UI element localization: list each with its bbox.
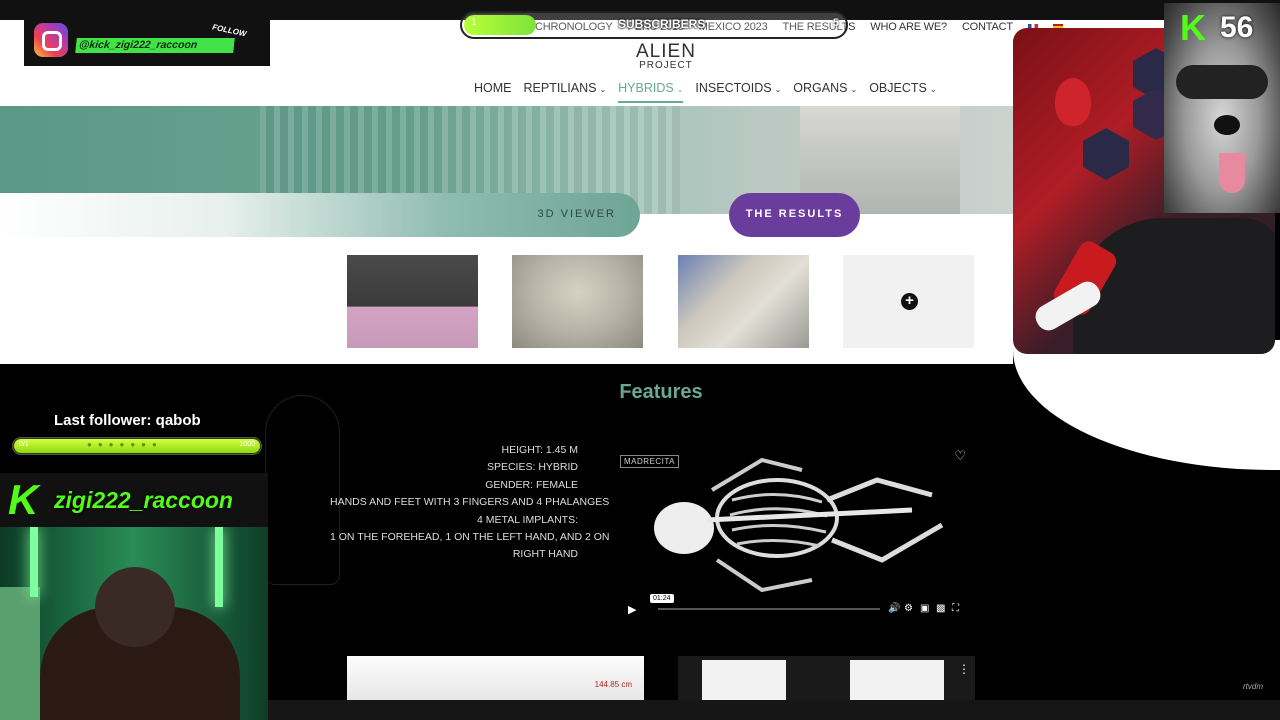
more-options-icon[interactable]: ⋮	[958, 662, 970, 676]
chevron-down-icon: ⌄	[850, 85, 858, 94]
3d-viewer-button[interactable]: 3D VIEWER	[0, 193, 640, 237]
gallery-thumb-2[interactable]	[512, 255, 643, 348]
raccoon-tongue	[1219, 153, 1245, 193]
settings-gear-icon[interactable]: ⚙	[904, 603, 913, 614]
webcam-left-feed	[0, 527, 268, 720]
play-icon[interactable]: ▶	[628, 603, 636, 616]
streamer-head	[95, 567, 175, 647]
3d-viewer-label: 3D VIEWER	[537, 208, 616, 220]
channel-name: zigi222_raccoon	[54, 487, 233, 513]
main-nav-reptilians[interactable]: REPTILIANS ⌄	[524, 81, 607, 103]
red-alien-head-decor	[1055, 78, 1091, 126]
background-window	[0, 587, 40, 720]
xray-panel-2	[850, 660, 944, 700]
led-light	[30, 527, 38, 597]
main-nav-insectoids-label: INSECTOIDS	[695, 81, 772, 95]
main-nav-objects-label: OBJECTS	[869, 81, 927, 95]
video-timestamp: 01:24	[650, 594, 674, 603]
main-nav-organs[interactable]: ORGANS ⌄	[793, 81, 857, 103]
kick-logo-icon: K	[8, 476, 39, 523]
follow-label: FOLLOW	[211, 22, 248, 39]
decorative-ghost	[265, 395, 340, 585]
spec-gender: GENDER: FEMALE	[485, 478, 578, 491]
led-light	[215, 527, 223, 607]
main-nav-home-label: HOME	[474, 81, 512, 95]
chevron-down-icon: ⌄	[676, 85, 684, 94]
raccoon-mask	[1176, 65, 1268, 99]
features-title: Features	[619, 381, 703, 403]
cast-icon[interactable]: ▣	[920, 603, 929, 614]
main-nav-objects[interactable]: OBJECTS ⌄	[869, 81, 936, 103]
main-nav-organs-label: ORGANS	[793, 81, 848, 95]
main-nav-insectoids[interactable]: INSECTOIDS ⌄	[695, 81, 781, 103]
last-follower: Last follower: qabob	[54, 412, 201, 429]
site-logo[interactable]: ALIEN PROJECT	[636, 41, 696, 73]
instagram-handle: @kick_zigi222_raccoon	[75, 38, 235, 53]
spec-hands: HANDS AND FEET WITH 3 FINGERS AND 4 PHAL…	[330, 496, 610, 509]
stream-screen: CHRONOLOGY PERU 2018 MEXICO 2023 THE RES…	[0, 0, 1280, 720]
instagram-overlay: @kick_zigi222_raccoon FOLLOW	[24, 18, 270, 66]
kick-logo-icon: K	[1180, 7, 1206, 48]
spec-implants: 4 METAL IMPLANTS:	[477, 513, 578, 526]
main-nav-home[interactable]: HOME	[474, 81, 512, 103]
viewer-count: 56	[1220, 11, 1254, 44]
spec-implants-detail: 1 ON THE FOREHEAD, 1 ON THE LEFT HAND, A…	[330, 531, 634, 544]
xray-panel-1	[702, 660, 786, 700]
measure-image[interactable]: 144.85 cm	[347, 656, 644, 700]
watermark: rtvdm	[1243, 682, 1263, 691]
pip-icon[interactable]: ▩	[936, 603, 945, 614]
follower-goal-bar: 0/1 ●●●●●●● 1000	[12, 437, 262, 455]
chevron-down-icon: ⌄	[929, 85, 937, 94]
nav-link-who[interactable]: WHO ARE WE?	[870, 21, 947, 33]
logo-line-1: ALIEN	[636, 41, 696, 62]
channel-banner: K zigi222_raccoon	[0, 473, 268, 527]
fullscreen-icon[interactable]: ⛶	[952, 603, 959, 614]
chevron-down-icon: ⌄	[599, 85, 607, 94]
main-nav-reptilians-label: REPTILIANS	[523, 81, 597, 95]
logo-line-2: PROJECT	[639, 60, 693, 71]
main-nav-hybrids-label: HYBRIDS	[618, 81, 674, 95]
video-tag: MADRECITA	[620, 455, 680, 468]
spec-implants-detail-2: RIGHT HAND	[512, 548, 578, 561]
volume-icon[interactable]: 🔊	[888, 603, 900, 614]
the-results-label: THE RESULTS	[745, 208, 844, 220]
spec-height: HEIGHT: 1.45 M	[501, 444, 578, 456]
xray-video-player[interactable]: MADRECITA ♡ ▶ 01:24 🔊 ⚙ ▣ ▩ ⛶	[612, 440, 974, 624]
follower-goal-max: 1000	[239, 441, 255, 448]
subscribers-current: 1	[471, 17, 477, 28]
chevron-down-icon: ⌄	[774, 85, 782, 94]
paw-icons: ●●●●●●●	[87, 440, 163, 449]
subscribers-goal: 5	[832, 17, 839, 29]
instagram-icon	[34, 23, 68, 57]
video-progress-bar[interactable]	[658, 608, 880, 610]
xray-panels-image[interactable]: ⋮	[678, 656, 975, 700]
nav-link-contact[interactable]: CONTACT	[962, 21, 1013, 33]
the-results-button[interactable]: THE RESULTS	[729, 193, 860, 237]
specs-list: HEIGHT: 1.45 M SPECIES: HYBRID GENDER: F…	[330, 442, 634, 564]
gallery-thumb-3[interactable]	[678, 255, 809, 348]
measure-label: 144.85 cm	[594, 680, 632, 689]
gallery-thumb-1[interactable]	[347, 255, 478, 348]
subscribers-goal-widget: 1 SUBSCRIBERS 5	[460, 11, 848, 39]
raccoon-nose	[1214, 115, 1240, 135]
subscribers-label: SUBSCRIBERS	[618, 17, 706, 31]
hex-panel	[1083, 128, 1129, 180]
main-nav-hybrids[interactable]: HYBRIDS ⌄	[618, 81, 684, 103]
spec-species: SPECIES: HYBRID	[486, 461, 578, 474]
main-nav: HOME REPTILIANS ⌄ HYBRIDS ⌄ INSECTOIDS ⌄ OR…	[474, 81, 937, 103]
plus-icon[interactable]: +	[901, 293, 918, 310]
heart-icon[interactable]: ♡	[954, 448, 966, 464]
follower-goal-min: 0/1	[19, 441, 29, 448]
